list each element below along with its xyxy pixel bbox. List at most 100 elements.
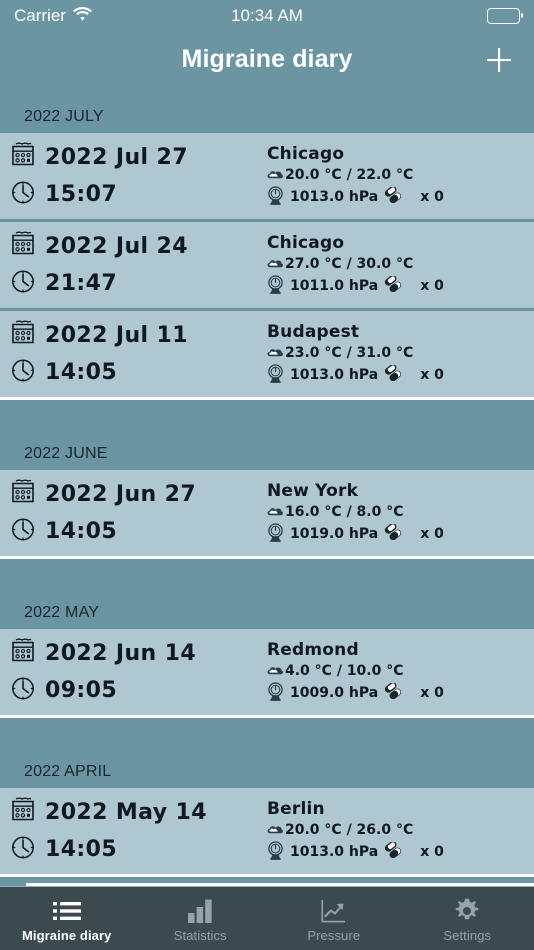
section-header: 2022 JULY: [0, 88, 534, 133]
entry-pill-count: x 0: [420, 278, 444, 294]
app-screen: Carrier 10:34 AM Migraine diary 2022 JUL…: [0, 0, 534, 950]
status-bar-left: Carrier: [14, 6, 92, 26]
entry-temperature: 20.0 °C / 22.0 °C: [285, 167, 414, 183]
entry-pressure-line: 1013.0 hPa x 0: [267, 363, 534, 387]
entry-datetime: 2022 Jul 11 14:05: [10, 320, 260, 388]
status-bar: Carrier 10:34 AM: [0, 0, 534, 31]
line-chart-icon: [321, 898, 347, 924]
entry-time-line: 21:47: [10, 268, 260, 299]
entry-date: 2022 Jul 27: [45, 145, 188, 170]
entry-datetime: 2022 Jul 27 15:07: [10, 142, 260, 210]
diary-entry-row[interactable]: 2022 Jul 27 15:07 Chicago 20.0 °C / 22.0 °C…: [0, 133, 534, 219]
carrier-label: Carrier: [14, 5, 66, 25]
section-gap: [0, 400, 534, 425]
entry-time-line: 14:05: [10, 834, 260, 865]
entry-date: 2022 Jul 24: [45, 234, 188, 259]
entry-time: 14:05: [45, 837, 118, 862]
entry-pressure: 1009.0 hPa: [290, 685, 379, 701]
entry-time-line: 09:05: [10, 675, 260, 706]
clock-icon: [10, 675, 36, 706]
calendar-icon: [10, 231, 36, 262]
entry-weather: Budapest 23.0 °C / 31.0 °C 1013.0 hPa x 0: [260, 322, 534, 387]
entry-datetime: 2022 May 14 14:05: [10, 797, 260, 865]
entry-weather: Chicago 27.0 °C / 30.0 °C 1011.0 hPa x 0: [260, 233, 534, 298]
entry-time: 14:05: [45, 519, 118, 544]
entry-pill-count: x 0: [420, 367, 444, 383]
entry-time: 14:05: [45, 360, 118, 385]
diary-entry-row[interactable]: 2022 Jul 24 21:47 Chicago 27.0 °C / 30.0 °C…: [0, 222, 534, 308]
list-icon: [52, 898, 81, 924]
entry-date-line: 2022 Jul 27: [10, 142, 260, 173]
diary-entry-row[interactable]: 2022 Jul 11 14:05 Budapest 23.0 °C / 31.0 °…: [0, 311, 534, 397]
entry-pressure-line: 1013.0 hPa x 0: [267, 185, 534, 209]
entry-pressure-line: 1019.0 hPa x 0: [267, 522, 534, 546]
barometer-icon: [267, 363, 284, 387]
entry-temperature-line: 4.0 °C / 10.0 °C: [267, 663, 534, 680]
entry-time-line: 14:05: [10, 516, 260, 547]
entry-date-line: 2022 May 14: [10, 797, 260, 828]
barometer-icon: [267, 185, 284, 209]
tab-settings[interactable]: Settings: [401, 887, 534, 950]
entry-datetime: 2022 Jun 14 09:05: [10, 638, 260, 706]
section-title: 2022 APRIL: [24, 763, 112, 780]
entry-pill-count: x 0: [420, 189, 444, 205]
tab-pressure[interactable]: Pressure: [267, 887, 401, 950]
status-bar-right: [487, 7, 523, 24]
entry-date-line: 2022 Jun 27: [10, 479, 260, 510]
entry-weather: Redmond 4.0 °C / 10.0 °C 1009.0 hPa x 0: [260, 640, 534, 705]
diary-list[interactable]: 2022 JULY 2022 Jul 27 15:07 Chicago 20.0 °C …: [0, 88, 534, 886]
entry-time: 21:47: [45, 271, 118, 296]
cloud-icon: [267, 256, 284, 273]
scroll-indicator[interactable]: [26, 883, 534, 886]
plus-icon: [487, 47, 511, 72]
entry-date-line: 2022 Jun 14: [10, 638, 260, 669]
entry-time-line: 14:05: [10, 357, 260, 388]
entry-temperature: 27.0 °C / 30.0 °C: [285, 256, 414, 272]
entry-city: Chicago: [267, 143, 345, 164]
navigation-bar: Migraine diary: [0, 31, 534, 88]
cloud-icon: [267, 345, 284, 362]
diary-entry-row[interactable]: 2022 May 14 14:05 Berlin 20.0 °C / 26.0 °C 1…: [0, 788, 534, 874]
clock-icon: [10, 357, 36, 388]
calendar-icon: [10, 142, 36, 173]
entry-pressure: 1011.0 hPa: [290, 278, 379, 294]
cloud-icon: [267, 167, 284, 184]
entry-date: 2022 Jun 14: [45, 641, 197, 666]
diary-entry-row[interactable]: 2022 Jun 14 09:05 Redmond 4.0 °C / 10.0 °C 1…: [0, 629, 534, 715]
entry-date: 2022 May 14: [45, 800, 207, 825]
entry-time-line: 15:07: [10, 179, 260, 210]
page-title: Migraine diary: [181, 45, 353, 73]
gear-icon: [454, 898, 480, 924]
entry-pill-count: x 0: [420, 526, 444, 542]
barometer-icon: [267, 840, 284, 864]
section-title: 2022 JUNE: [24, 445, 108, 462]
tab-statistics[interactable]: Statistics: [134, 887, 268, 950]
section-gap: [0, 718, 534, 743]
section-gap: [0, 559, 534, 584]
diary-entry-row[interactable]: 2022 Jun 27 14:05 New York 16.0 °C / 8.0 °C…: [0, 470, 534, 556]
tab-label-statistics: Statistics: [173, 927, 227, 943]
entry-temperature: 16.0 °C / 8.0 °C: [285, 504, 404, 520]
entry-temperature-line: 16.0 °C / 8.0 °C: [267, 504, 534, 521]
entry-date: 2022 Jul 11: [45, 323, 188, 348]
entry-pressure-line: 1011.0 hPa x 0: [267, 274, 534, 298]
entry-time: 09:05: [45, 678, 118, 703]
tab-label-pressure: Pressure: [307, 927, 361, 943]
entry-datetime: 2022 Jun 27 14:05: [10, 479, 260, 547]
pill-icon: [384, 841, 403, 862]
barometer-icon: [267, 681, 284, 705]
entry-city: Budapest: [267, 321, 360, 342]
entry-pressure-line: 1009.0 hPa x 0: [267, 681, 534, 705]
add-entry-button[interactable]: [482, 43, 516, 77]
tab-migraine-diary[interactable]: Migraine diary: [0, 887, 134, 950]
pill-icon: [384, 523, 403, 544]
entry-pill-count: x 0: [420, 685, 444, 701]
entry-pressure-line: 1013.0 hPa x 0: [267, 840, 534, 864]
clock-icon: [10, 516, 36, 547]
calendar-icon: [10, 638, 36, 669]
battery-full-icon: [487, 7, 523, 24]
tab-label-settings: Settings: [443, 927, 492, 943]
tab-label-migraine-diary: Migraine diary: [21, 927, 112, 943]
entry-temperature: 20.0 °C / 26.0 °C: [285, 822, 414, 838]
section-title: 2022 JULY: [24, 108, 104, 125]
